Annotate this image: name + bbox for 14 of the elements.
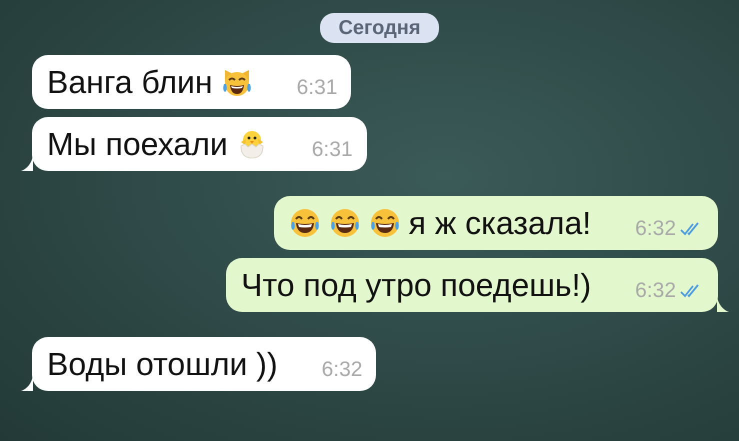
message-text: Что под утро поедешь!) — [241, 266, 592, 305]
message-time: 6:32 — [322, 358, 362, 382]
date-badge: Сегодня — [320, 13, 439, 43]
laughing-face-icon — [328, 207, 361, 239]
message-time: 6:32 — [635, 279, 676, 303]
message-time: 6:31 — [296, 76, 338, 100]
message-text: я ж сказала! — [408, 204, 592, 243]
laughing-face-icon — [288, 207, 321, 239]
message-text: Ванга блин — [47, 63, 213, 102]
message-time: 6:32 — [635, 217, 676, 241]
message-text: Воды отошли )) — [47, 345, 278, 384]
message-text: Мы поехали — [47, 125, 228, 164]
message-time: 6:31 — [312, 138, 353, 162]
laughing-face-icon — [368, 207, 401, 239]
